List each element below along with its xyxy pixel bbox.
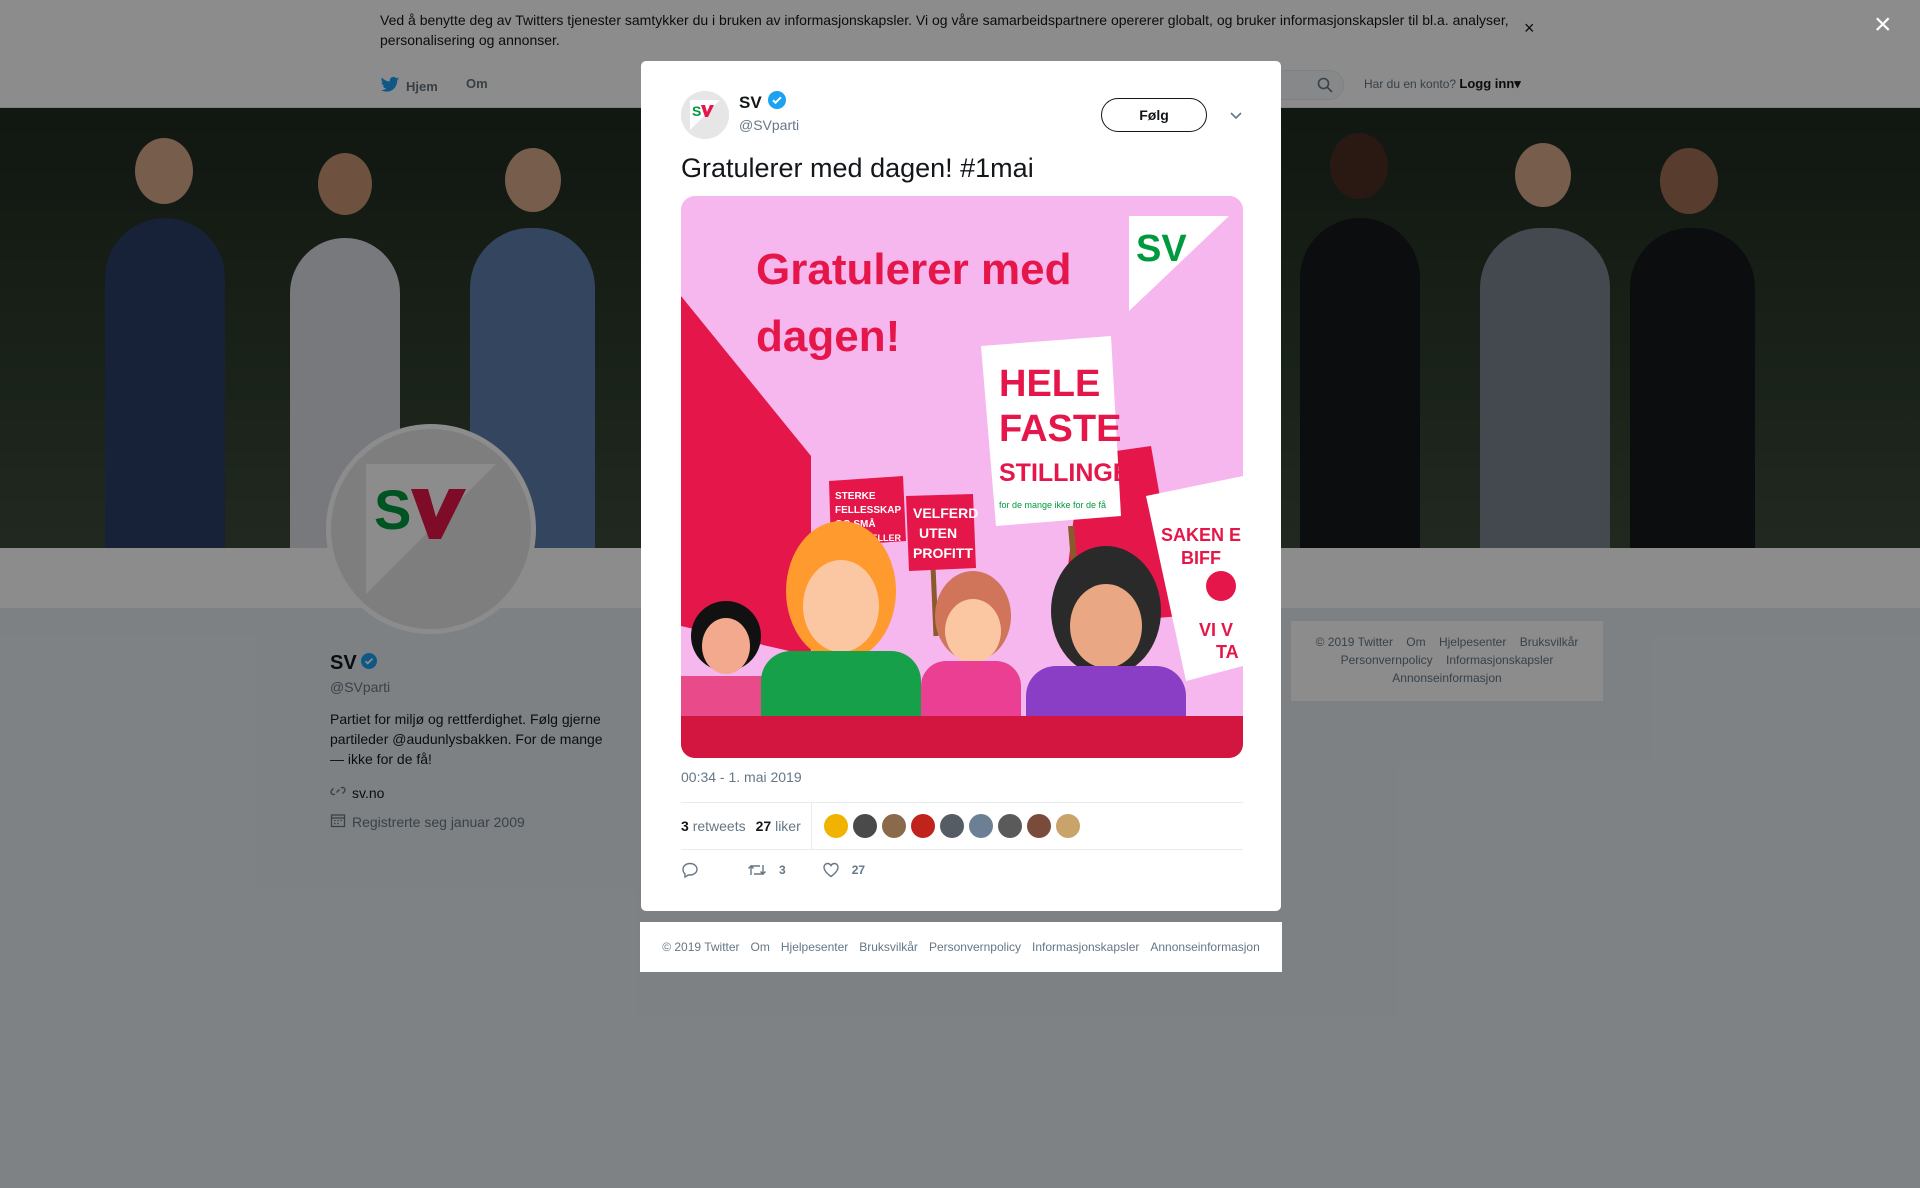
footer-link[interactable]: Annonseinformasjon bbox=[1150, 940, 1259, 954]
image-headline-1: Gratulerer med bbox=[756, 245, 1071, 294]
retweet-action-count: 3 bbox=[779, 863, 786, 877]
tweet-author-avatar[interactable]: S bbox=[681, 91, 729, 139]
image-sign-right-3: VI V bbox=[1199, 620, 1233, 640]
likes-label: liker bbox=[775, 818, 801, 834]
chevron-down-icon[interactable] bbox=[1226, 105, 1246, 125]
likes-count: 27 bbox=[755, 818, 772, 834]
image-sign-mid-1: VELFERD bbox=[913, 505, 978, 521]
tweet-stats: 3 retweets 27 liker bbox=[681, 802, 1243, 850]
tweet-author-name[interactable]: SV bbox=[739, 93, 762, 113]
image-sign-right-4: TA bbox=[1216, 642, 1239, 662]
liker-avatar[interactable] bbox=[823, 814, 848, 838]
tweet-actions: 3 27 bbox=[681, 861, 901, 879]
footer-link[interactable]: Personvernpolicy bbox=[929, 940, 1021, 954]
image-sign-right-2: BIFF bbox=[1181, 548, 1221, 568]
liker-avatar[interactable] bbox=[910, 814, 935, 838]
retweet-button[interactable]: 3 bbox=[747, 861, 786, 879]
image-headline-2: dagen! bbox=[756, 312, 900, 361]
verified-badge-icon bbox=[767, 91, 786, 114]
footer-link[interactable]: Om bbox=[751, 940, 770, 954]
tweet-author-handle[interactable]: @SVparti bbox=[739, 117, 799, 133]
image-sign-big-3: STILLINGER bbox=[999, 459, 1148, 487]
tweet-image[interactable]: SV Gratulerer med dagen! HELE FASTE STIL… bbox=[681, 196, 1243, 758]
reply-button[interactable] bbox=[681, 861, 711, 879]
like-button[interactable]: 27 bbox=[822, 861, 865, 879]
retweets-stat[interactable]: 3 retweets bbox=[681, 818, 746, 834]
image-logo-text: SV bbox=[1136, 228, 1187, 270]
liker-avatar[interactable] bbox=[1026, 814, 1051, 838]
image-sign-mid-2: UTEN bbox=[919, 525, 957, 541]
image-sign-big-1: HELE bbox=[999, 363, 1100, 405]
retweets-label: retweets bbox=[692, 818, 746, 834]
image-sign-left-2: FELLESSKAP bbox=[835, 505, 901, 516]
reply-icon bbox=[682, 862, 698, 879]
footer-link[interactable]: Informasjonskapsler bbox=[1032, 940, 1139, 954]
retweet-icon bbox=[748, 865, 766, 875]
tweet-timestamp[interactable]: 00:34 - 1. mai 2019 bbox=[681, 769, 802, 785]
svg-text:S: S bbox=[692, 103, 701, 119]
footer-link[interactable]: Hjelpesenter bbox=[781, 940, 848, 954]
liker-avatar[interactable] bbox=[852, 814, 877, 838]
liker-avatar[interactable] bbox=[997, 814, 1022, 838]
image-sign-big-2: FASTE bbox=[999, 408, 1121, 450]
liker-avatars bbox=[823, 814, 1085, 838]
follow-button[interactable]: Følg bbox=[1101, 98, 1207, 132]
liker-avatar[interactable] bbox=[939, 814, 964, 838]
footer-link[interactable]: Bruksvilkår bbox=[859, 940, 918, 954]
footer-link[interactable]: © 2019 Twitter bbox=[662, 940, 739, 954]
image-sign-right-1: SAKEN E bbox=[1161, 525, 1241, 545]
stats-divider bbox=[810, 802, 812, 850]
heart-icon bbox=[822, 862, 839, 878]
image-sign-mid-3: PROFITT bbox=[913, 545, 973, 561]
likes-stat[interactable]: 27 liker bbox=[756, 818, 801, 834]
retweets-count: 3 bbox=[681, 818, 689, 834]
tweet-text: Gratulerer med dagen! #1mai bbox=[681, 153, 1034, 183]
like-action-count: 27 bbox=[851, 863, 866, 877]
close-icon[interactable]: × bbox=[1874, 10, 1892, 40]
liker-avatar[interactable] bbox=[1055, 814, 1080, 838]
image-sign-left-1: STERKE bbox=[835, 491, 876, 502]
liker-avatar[interactable] bbox=[881, 814, 906, 838]
image-sign-big-sub: for de mange ikke for de få bbox=[999, 500, 1106, 510]
tweet-permalink-modal: S SV @SVparti Følg Gratulerer med dagen!… bbox=[641, 61, 1281, 911]
liker-avatar[interactable] bbox=[968, 814, 993, 838]
modal-footer: © 2019 Twitter Om Hjelpesenter Bruksvilk… bbox=[640, 922, 1282, 972]
